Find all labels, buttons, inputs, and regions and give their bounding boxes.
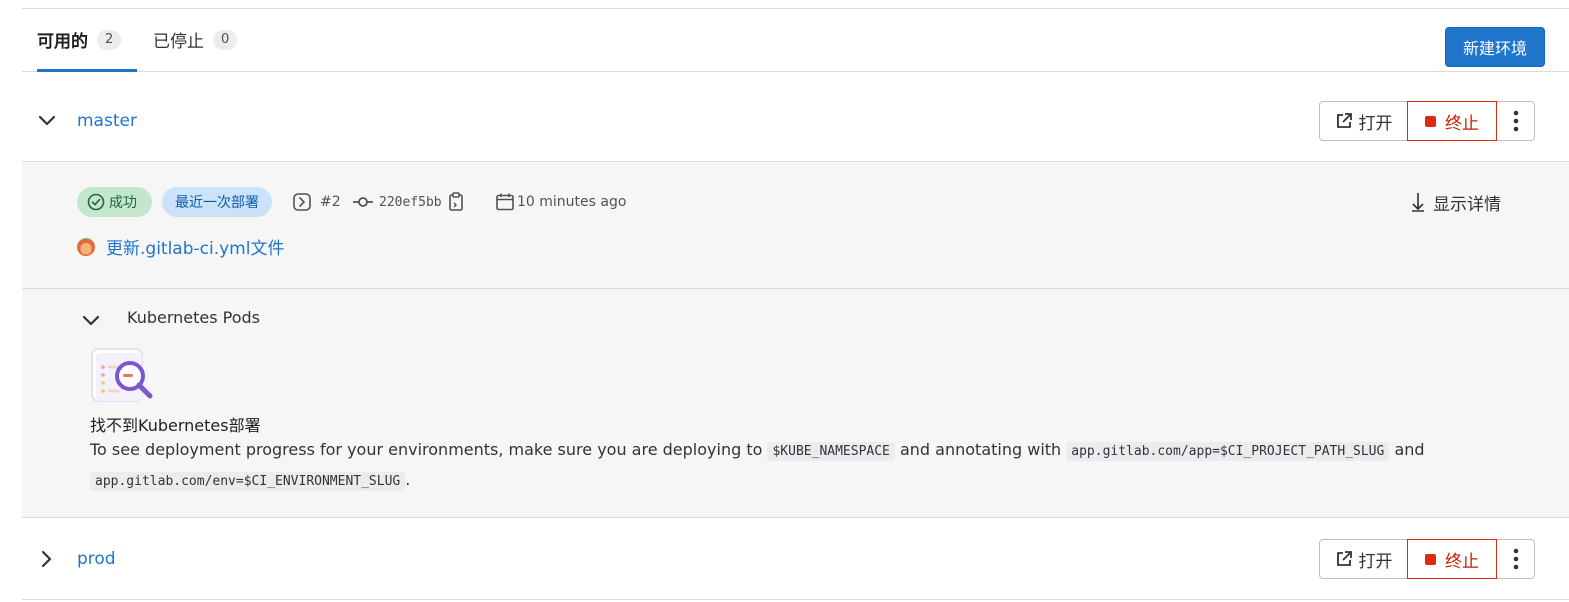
show-details-label: 显示详情 — [1433, 194, 1501, 215]
open-button-label: 打开 — [1358, 113, 1393, 134]
deployment-panel: 成功 最近一次部署 #2 220ef5bb 10 minutes ago 显示详… — [22, 161, 1569, 289]
calendar-icon — [496, 193, 514, 211]
avatar — [77, 237, 95, 256]
code-kube-namespace: $KUBE_NAMESPACE — [767, 442, 895, 461]
new-environment-button[interactable]: 新建环境 — [1445, 27, 1545, 67]
tab-stopped[interactable]: 已停止 0 — [153, 9, 238, 70]
environment-actions-master: 打开 终止 — [1319, 101, 1535, 141]
external-link-icon — [1336, 551, 1352, 566]
copy-icon[interactable] — [448, 192, 464, 212]
chevron-down-icon[interactable] — [36, 110, 58, 132]
kebab-icon — [1513, 548, 1518, 570]
description-text-2: and annotating with — [899, 440, 1062, 459]
stop-button-label: 终止 — [1445, 551, 1479, 572]
tab-available[interactable]: 可用的 2 — [37, 9, 138, 72]
stop-button[interactable]: 终止 — [1407, 539, 1497, 579]
empty-state-description: To see deployment progress for your envi… — [90, 436, 1470, 496]
open-button[interactable]: 打开 — [1319, 539, 1407, 579]
stop-icon — [1425, 553, 1436, 565]
show-details-button[interactable]: 显示详情 — [1411, 187, 1501, 217]
environment-actions-prod: 打开 终止 — [1319, 539, 1535, 579]
code-app-annotation: app.gitlab.com/app=$CI_PROJECT_PATH_SLUG — [1066, 442, 1390, 461]
environment-name-master[interactable]: master — [77, 111, 137, 131]
deployment-time: 10 minutes ago — [495, 187, 626, 217]
latest-deployment-badge: 最近一次部署 — [162, 187, 272, 217]
description-text-3: and — [1394, 440, 1425, 459]
expand-down-icon — [1412, 193, 1424, 212]
deployment-id-label: #2 — [320, 194, 341, 210]
kubernetes-pods-title: Kubernetes Pods — [127, 308, 261, 327]
description-text-4: . — [405, 470, 411, 489]
empty-search-illustration — [91, 348, 153, 402]
kubernetes-panel: Kubernetes Pods 找不到Kubernetes部署 To see d… — [22, 288, 1569, 518]
tab-stopped-count: 0 — [213, 29, 238, 50]
tab-available-label: 可用的 — [37, 32, 88, 52]
deploy-icon — [293, 193, 311, 211]
bottom-divider — [22, 599, 1569, 600]
environment-row-master: master 打开 终止 — [22, 71, 1569, 161]
chevron-down-icon[interactable] — [80, 310, 102, 332]
deployment-time-label: 10 minutes ago — [517, 194, 627, 210]
description-text-1: To see deployment progress for your envi… — [90, 440, 763, 459]
stop-button-label: 终止 — [1445, 113, 1479, 134]
empty-state-title: 找不到Kubernetes部署 — [90, 416, 261, 435]
status-badge-label: 成功 — [109, 195, 137, 211]
external-link-icon — [1336, 113, 1352, 128]
kebab-icon — [1513, 110, 1518, 132]
deployment-id[interactable]: #2 — [292, 187, 341, 217]
commit-sha-label[interactable]: 220ef5bb — [379, 195, 442, 210]
commit-icon — [353, 197, 373, 207]
open-button[interactable]: 打开 — [1319, 101, 1407, 141]
tab-available-count: 2 — [97, 29, 122, 50]
commit-sha: 220ef5bb — [353, 187, 464, 217]
open-button-label: 打开 — [1358, 551, 1393, 572]
stop-icon — [1425, 115, 1436, 127]
more-actions-button[interactable] — [1497, 101, 1535, 141]
more-actions-button[interactable] — [1497, 539, 1535, 579]
commit-title: 更新.gitlab-ci.yml文件 — [106, 239, 285, 259]
tab-stopped-label: 已停止 — [153, 32, 204, 52]
stop-button[interactable]: 终止 — [1407, 101, 1497, 141]
chevron-right-icon[interactable] — [36, 548, 58, 570]
check-circle-icon — [87, 193, 105, 211]
code-env-annotation: app.gitlab.com/env=$CI_ENVIRONMENT_SLUG — [90, 472, 406, 491]
environment-name-prod[interactable]: prod — [77, 549, 116, 569]
status-badge-success[interactable]: 成功 — [77, 187, 152, 217]
environment-tabs: 可用的 2 已停止 0 新建环境 — [22, 9, 1569, 72]
commit-link[interactable]: 更新.gitlab-ci.yml文件 — [77, 234, 284, 259]
environment-row-prod: prod 打开 终止 — [22, 519, 1569, 599]
